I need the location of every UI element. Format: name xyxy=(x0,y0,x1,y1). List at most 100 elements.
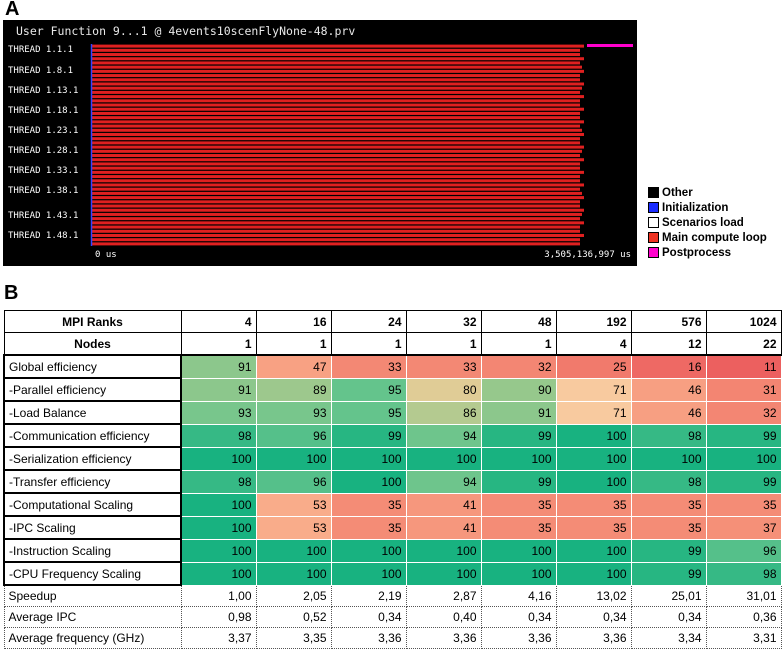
metric-value: 86 xyxy=(405,400,482,425)
metric-value: 35 xyxy=(630,492,707,517)
thread-compute-bar xyxy=(92,154,580,158)
thread-compute-bar xyxy=(92,175,580,179)
thread-compute-bar xyxy=(92,217,580,221)
metric-value: 100 xyxy=(180,492,257,517)
metric-row: -Serialization efficiency 100 100 100 100 100… xyxy=(3,446,782,471)
mpi-ranks-value: 1024 xyxy=(705,310,782,333)
thread-compute-bar xyxy=(92,183,584,187)
thread-compute-bar xyxy=(92,187,580,191)
panel-label-a: A xyxy=(5,0,20,20)
postprocess-segment xyxy=(587,44,633,47)
thread-label: THREAD 1.1.1 xyxy=(8,45,74,55)
trace-legend: Other Initialization Scenarios load Main co… xyxy=(648,185,767,260)
metric-value: 91 xyxy=(480,400,557,425)
thread-compute-bar xyxy=(92,141,580,145)
nodes-value: 12 xyxy=(630,332,707,356)
thread-compute-bar xyxy=(92,225,580,229)
metric-value: 89 xyxy=(255,377,332,402)
metric-value: 71 xyxy=(555,400,632,425)
metric-value: 33 xyxy=(405,354,482,379)
metric-value: 100 xyxy=(330,446,407,471)
metric-value: 33 xyxy=(330,354,407,379)
thread-label: THREAD 1.33.1 xyxy=(8,166,79,176)
summary-value: 1,00 xyxy=(180,584,257,607)
summary-value: 0,36 xyxy=(705,606,782,628)
legend-label: Main compute loop xyxy=(662,231,767,244)
metric-value: 94 xyxy=(405,423,482,448)
thread-label: THREAD 1.48.1 xyxy=(8,231,79,241)
metric-value: 98 xyxy=(180,423,257,448)
thread-compute-bar xyxy=(92,69,584,73)
metric-value: 35 xyxy=(630,515,707,540)
metric-value: 100 xyxy=(180,561,257,586)
metric-value: 100 xyxy=(630,446,707,471)
metric-value: 71 xyxy=(555,377,632,402)
metric-row: -Transfer efficiency 98 96 100 94 99 100 98 99 xyxy=(3,469,782,494)
metric-value: 41 xyxy=(405,515,482,540)
thread-compute-bar xyxy=(92,95,584,99)
thread-compute-bar xyxy=(92,238,580,242)
summary-value: 0,34 xyxy=(330,606,407,628)
thread-compute-bar xyxy=(92,212,582,216)
metric-value: 96 xyxy=(255,423,332,448)
metric-value: 99 xyxy=(705,423,782,448)
metric-label: -CPU Frequency Scaling xyxy=(3,561,182,586)
metric-value: 32 xyxy=(480,354,557,379)
efficiency-table: MPI Ranks 4 16 24 32 48 192 576 1024 Nodes 1 1 1 1 1 4 1… xyxy=(3,310,782,649)
summary-value: 25,01 xyxy=(630,584,707,607)
metric-label: -Parallel efficiency xyxy=(3,377,182,402)
metric-value: 41 xyxy=(405,492,482,517)
summary-value: 4,16 xyxy=(480,584,557,607)
metric-value: 100 xyxy=(255,446,332,471)
metric-value: 100 xyxy=(330,469,407,494)
summary-value: 0,34 xyxy=(555,606,632,628)
time-axis-start: 0 us xyxy=(95,250,117,260)
header-row-nodes: Nodes 1 1 1 1 1 4 12 22 xyxy=(3,332,782,356)
summary-value: 31,01 xyxy=(705,584,782,607)
thread-compute-bar xyxy=(92,116,580,120)
summary-value: 0,34 xyxy=(630,606,707,628)
thread-compute-bar xyxy=(92,158,584,162)
legend-item: Main compute loop xyxy=(648,230,767,245)
metric-value: 35 xyxy=(480,492,557,517)
trace-timeline-view: User Function 9...1 @ 4events10scenFlyNo… xyxy=(3,20,637,266)
nodes-header: Nodes xyxy=(3,332,182,356)
thread-compute-bar xyxy=(92,162,580,166)
metric-label: Global efficiency xyxy=(3,354,182,379)
header-row-mpi-ranks: MPI Ranks 4 16 24 32 48 192 576 1024 xyxy=(3,310,782,333)
summary-value: 0,52 xyxy=(255,606,332,628)
metric-row: Global efficiency 91 47 33 33 32 25 16 11 xyxy=(3,354,782,379)
thread-compute-bar xyxy=(92,179,580,183)
thread-compute-bar xyxy=(92,166,580,170)
metric-row: -IPC Scaling 100 53 35 41 35 35 35 37 xyxy=(3,515,782,540)
metric-value: 99 xyxy=(480,423,557,448)
metric-value: 100 xyxy=(255,538,332,563)
summary-value: 2,19 xyxy=(330,584,407,607)
summary-value: 2,05 xyxy=(255,584,332,607)
metric-value: 98 xyxy=(180,469,257,494)
metric-value: 98 xyxy=(630,469,707,494)
metric-value: 100 xyxy=(705,446,782,471)
metric-value: 100 xyxy=(180,515,257,540)
mpi-ranks-value: 32 xyxy=(405,310,482,333)
thread-label: THREAD 1.28.1 xyxy=(8,146,79,156)
thread-label: THREAD 1.18.1 xyxy=(8,106,79,116)
thread-compute-bar xyxy=(92,145,584,149)
thread-compute-bar xyxy=(92,170,584,174)
metric-value: 32 xyxy=(705,400,782,425)
thread-compute-bar xyxy=(92,221,584,225)
metric-value: 46 xyxy=(630,400,707,425)
metric-row: -Communication efficiency 98 96 99 94 99 100 98… xyxy=(3,423,782,448)
metric-value: 100 xyxy=(255,561,332,586)
metric-value: 100 xyxy=(405,538,482,563)
thread-compute-bar xyxy=(92,120,584,124)
thread-compute-bar xyxy=(92,74,580,78)
metric-value: 53 xyxy=(255,492,332,517)
summary-value: 0,34 xyxy=(480,606,557,628)
mpi-ranks-value: 48 xyxy=(480,310,557,333)
nodes-value: 1 xyxy=(255,332,332,356)
metric-value: 100 xyxy=(555,561,632,586)
metric-value: 35 xyxy=(330,515,407,540)
thread-compute-bar xyxy=(92,99,580,103)
metric-value: 35 xyxy=(330,492,407,517)
